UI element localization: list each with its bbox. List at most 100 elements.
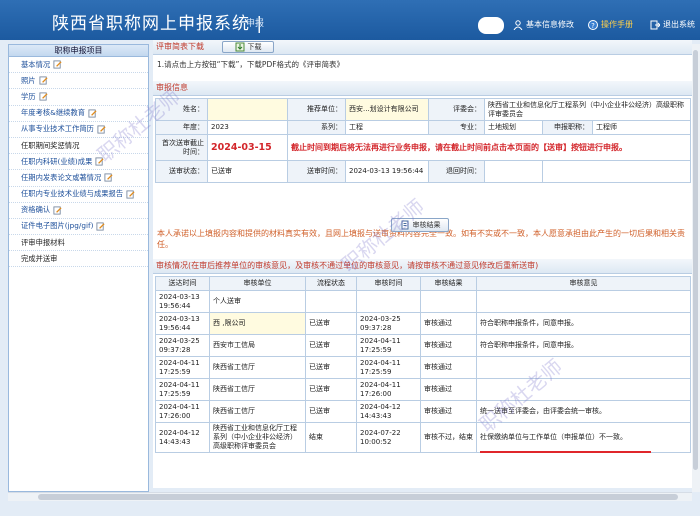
column-header: 审核时间: [356, 276, 421, 291]
name-value: [207, 98, 288, 121]
table-cell: 2024-04-11 17:26:00: [155, 400, 210, 423]
manual-link[interactable]: ? 操作手册: [588, 19, 633, 30]
table-row: 2024-04-11 17:25:59 陕西省工信厅 已送审 2024-04-11 1…: [155, 378, 691, 401]
sidebar-item[interactable]: 照片: [9, 73, 148, 90]
unit-label: 推荐单位：: [287, 98, 346, 121]
title-label: 申报职称：: [542, 120, 593, 135]
scrollbar-thumb[interactable]: [38, 494, 678, 500]
major-label: 专业：: [428, 120, 485, 135]
horizontal-scrollbar[interactable]: [8, 492, 692, 501]
title-value: 工程师: [591, 120, 692, 135]
audit-header: 审核情况(在审后推荐单位的审核意见，及审核不通过单位的审核意见，请按审核不通过意…: [153, 259, 692, 274]
column-header: 流程状态: [305, 276, 357, 291]
edit-icon: [39, 92, 48, 102]
highlight-underline: [480, 451, 651, 453]
table-row: 2024-03-13 19:56:44 个人送审: [155, 290, 691, 313]
download-icon: [235, 42, 244, 52]
sidebar-item[interactable]: 任期内发表论文或著情况: [9, 170, 148, 187]
deadline-warning: 截止时间到期后将无法再进行业务申报，请在截止时间前点击本页面的【送审】按钮进行申…: [286, 134, 692, 161]
download-label: 下载: [247, 43, 262, 51]
logout-icon: [650, 20, 660, 29]
column-header: 审核意见: [476, 276, 691, 291]
column-header: 送达时间: [155, 276, 210, 291]
table-cell: [476, 356, 691, 379]
table-cell: 2024-04-11 17:25:59: [356, 356, 421, 379]
send-time-value: 2024-03-13 19:56:44: [345, 160, 429, 183]
sidebar-item[interactable]: 评审申报材料: [9, 235, 148, 252]
table-cell: 陕西省工信厅: [209, 378, 306, 401]
table-cell: [420, 290, 477, 313]
sidebar-item[interactable]: 完成并送审: [9, 251, 148, 268]
table-row: 2024-03-25 09:37:28 西安市工信局 已送审 2024-04-11 1…: [155, 334, 691, 357]
scrollbar-thumb[interactable]: [693, 50, 698, 470]
status-label: 送审状态：: [155, 160, 208, 183]
table-cell: 审核不过，结束: [420, 422, 477, 453]
sidebar-item-label: 任职内科研(业绩)成果: [21, 156, 93, 166]
table-cell: 2024-04-11 17:25:59: [155, 378, 210, 401]
committee-label: 评委会：: [428, 98, 485, 121]
table-row: 2024-03-13 19:56:44 西 ,限公司 已送审 2024-03-25 0…: [155, 312, 691, 335]
table-cell: 2024-04-11 17:25:59: [356, 334, 421, 357]
sidebar-list: 基本情况 照片 学历 年度考核&继续教育 从事专业技术工作简历 任职期间奖惩情况 任职内科研…: [9, 57, 148, 268]
series-value: 工程: [345, 120, 429, 135]
table-cell: 社保缴纳单位与工作单位（申报单位）不一致。: [476, 422, 691, 453]
sidebar-item[interactable]: 任职内科研(业绩)成果: [9, 154, 148, 171]
edit-icon: [96, 222, 106, 231]
series-label: 系列：: [287, 120, 346, 135]
download-button[interactable]: 下载: [222, 41, 274, 53]
table-cell: 已送审: [305, 312, 357, 335]
svg-text:?: ?: [591, 22, 595, 30]
table-cell: 2024-04-12 14:43:43: [155, 422, 210, 453]
table-cell: 2024-04-12 14:43:43: [356, 400, 421, 423]
year-value: 2023: [207, 120, 288, 135]
vertical-scrollbar[interactable]: [692, 44, 700, 492]
sidebar-item-label: 照片: [21, 75, 36, 85]
table-cell: 2024-03-25 09:37:28: [155, 334, 210, 357]
status-value: 已送审: [207, 160, 288, 183]
sidebar-item[interactable]: 证件电子图片(jpg/gif): [9, 219, 148, 236]
table-cell: 审核通过: [420, 312, 477, 335]
table-cell: 审核通过: [420, 378, 477, 401]
audit-table: 送达时间 审核单位 流程状态 审核时间 审核结果 审核意见 2024-03-13 19:5…: [155, 276, 691, 453]
table-cell: 西 ,限公司: [209, 312, 306, 335]
table-cell: 审核通过: [420, 400, 477, 423]
sidebar-item-label: 完成并送审: [21, 253, 58, 263]
edit-icon: [126, 190, 135, 199]
table-cell: 已送审: [305, 334, 357, 357]
table-cell: 已送审: [305, 400, 357, 423]
edit-icon: [53, 206, 62, 215]
committee-value: 陕西省工业和信息化厅工程系列（中小企业非公经济）高级职称评审委员会: [483, 98, 692, 121]
review-info-table: 姓名： 推荐单位： 西安...划设计有限公司 评委会： 陕西省工业和信息化厅工程…: [155, 98, 692, 183]
send-time-label: 送审时间：: [287, 160, 346, 183]
return-time-value: [484, 160, 543, 183]
table-cell: 审核通过: [420, 356, 477, 379]
table-row: 2024-04-11 17:26:00 陕西省工信厅 已送审 2024-04-12 1…: [155, 400, 691, 423]
download-instruction: 1.请点击上方按钮“下载”，下载PDF格式的《评审简表》: [157, 60, 345, 69]
table-cell: [476, 290, 691, 313]
sidebar-item-label: 评审申报材料: [21, 237, 65, 247]
sidebar-item-label: 任职内专业技术业绩与成果报告: [21, 189, 124, 199]
sidebar-item[interactable]: 学历: [9, 89, 148, 106]
table-cell: 符合职称申报条件，同意申报。: [476, 312, 691, 335]
edit-icon: [88, 109, 97, 118]
edit-icon: [53, 60, 62, 69]
table-cell: 2024-04-11 17:26:00: [356, 378, 421, 401]
sidebar-item[interactable]: 任职内专业技术业绩与成果报告: [9, 187, 148, 203]
table-cell: 陕西省工信厅: [209, 400, 306, 423]
table-cell: 陕西省工信厅: [209, 356, 306, 379]
table-cell: 2024-03-13 19:56:44: [155, 290, 210, 313]
sidebar-item[interactable]: 基本情况: [9, 57, 148, 74]
sidebar-item-label: 基本情况: [21, 59, 51, 69]
table-cell: 符合职称申报条件，同意申报。: [476, 334, 691, 357]
year-label: 年度：: [155, 120, 208, 135]
table-cell: 2024-07-22 10:00:52: [356, 422, 421, 453]
redacted-user-badge: [478, 17, 504, 34]
logout-link[interactable]: 退出系统: [650, 19, 695, 30]
table-cell: [305, 290, 357, 313]
profile-edit-link[interactable]: 基本信息修改: [513, 19, 574, 30]
profile-edit-label: 基本信息修改: [526, 20, 574, 29]
table-cell: 陕西省工业和信息化厅工程系列（中小企业非公经济）高级职称评审委员会: [209, 422, 306, 453]
sidebar-item-label: 学历: [21, 91, 36, 101]
edit-icon: [104, 173, 113, 182]
sidebar-item[interactable]: 资格确认: [9, 203, 148, 219]
